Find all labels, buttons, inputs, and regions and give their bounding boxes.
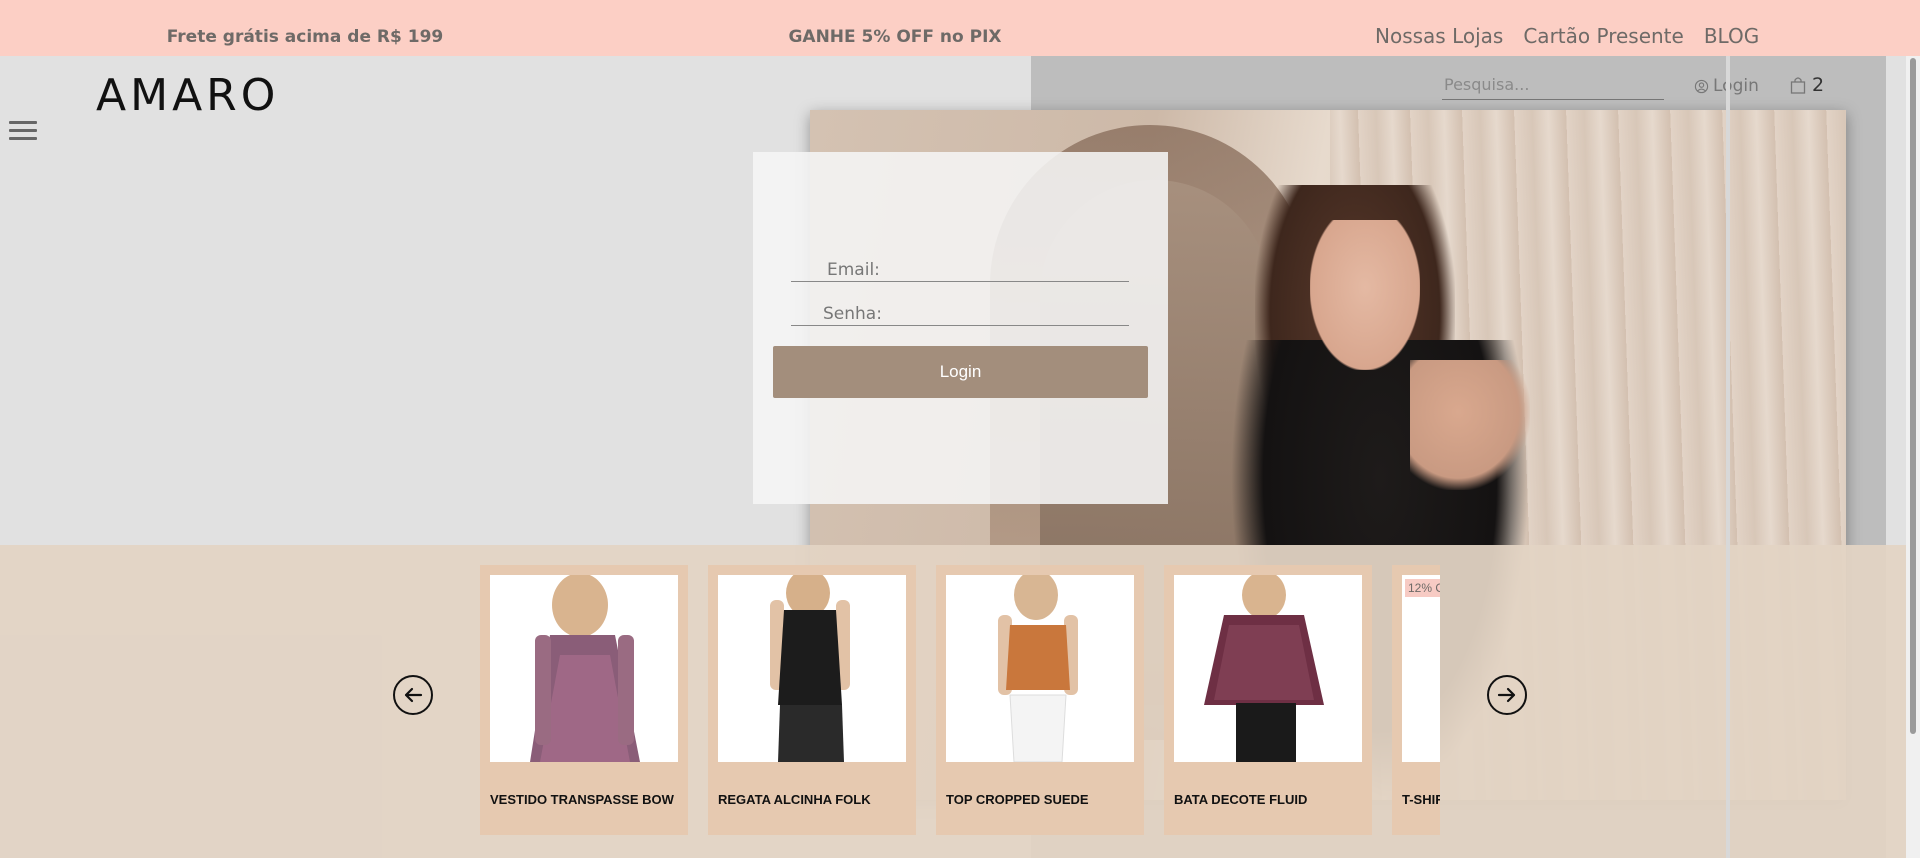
user-icon [1694, 79, 1709, 93]
email-label: Email: [827, 260, 880, 280]
discount-badge: 12% O [1405, 579, 1440, 597]
product-image[interactable] [946, 575, 1134, 762]
cart-count: 2 [1812, 74, 1825, 96]
product-image[interactable] [490, 575, 678, 762]
header-login-label: Login [1713, 76, 1759, 96]
product-card[interactable]: 12% O T-SHIR [1392, 565, 1440, 835]
scrollbar[interactable] [1906, 56, 1920, 858]
product-image[interactable]: 12% O [1402, 575, 1440, 762]
product-name: REGATA ALCINHA FOLK [718, 792, 871, 807]
top-links: Nossas Lojas Cartão Presente BLOG [1375, 24, 1759, 48]
hamburger-menu-icon[interactable] [9, 121, 37, 143]
carousel-next-button[interactable] [1487, 675, 1527, 715]
product-card[interactable]: VESTIDO TRANSPASSE BOW [480, 565, 688, 835]
arrow-left-icon [404, 687, 423, 703]
overlay-divider [1726, 56, 1730, 858]
product-card[interactable]: TOP CROPPED SUEDE [936, 565, 1144, 835]
arrow-right-icon [1497, 687, 1516, 703]
product-image[interactable] [718, 575, 906, 762]
product-image[interactable] [1174, 575, 1362, 762]
product-name: VESTIDO TRANSPASSE BOW [490, 792, 674, 807]
login-modal: Email: Senha: Login [753, 152, 1168, 504]
product-card[interactable]: BATA DECOTE FLUID [1164, 565, 1372, 835]
brand-logo[interactable]: AMARO [96, 70, 279, 121]
scrollbar-thumb[interactable] [1910, 58, 1916, 734]
link-cartao-presente[interactable]: Cartão Presente [1523, 24, 1683, 48]
product-card[interactable]: REGATA ALCINHA FOLK [708, 565, 916, 835]
promo-pix: GANHE 5% OFF no PIX [788, 27, 1002, 47]
cart-button[interactable]: 2 [1790, 74, 1824, 96]
password-field[interactable]: Senha: [791, 304, 1129, 326]
link-nossas-lojas[interactable]: Nossas Lojas [1375, 24, 1503, 48]
shopping-bag-icon [1790, 77, 1806, 94]
promo-bar: Frete grátis acima de R$ 199 GANHE 5% OF… [0, 0, 1920, 56]
login-submit-button[interactable]: Login [773, 346, 1148, 398]
product-carousel: VESTIDO TRANSPASSE BOW REGATA ALCINHA FO… [0, 545, 1920, 858]
promo-shipping: Frete grátis acima de R$ 199 [166, 27, 444, 47]
search-input[interactable] [1442, 70, 1664, 100]
product-list: VESTIDO TRANSPASSE BOW REGATA ALCINHA FO… [480, 565, 1440, 835]
product-name: BATA DECOTE FLUID [1174, 792, 1308, 807]
password-label: Senha: [823, 304, 882, 324]
link-blog[interactable]: BLOG [1704, 24, 1759, 48]
email-field[interactable]: Email: [791, 260, 1129, 282]
product-name: T-SHIR [1402, 792, 1440, 807]
carousel-prev-button[interactable] [393, 675, 433, 715]
product-name: TOP CROPPED SUEDE [946, 792, 1089, 807]
